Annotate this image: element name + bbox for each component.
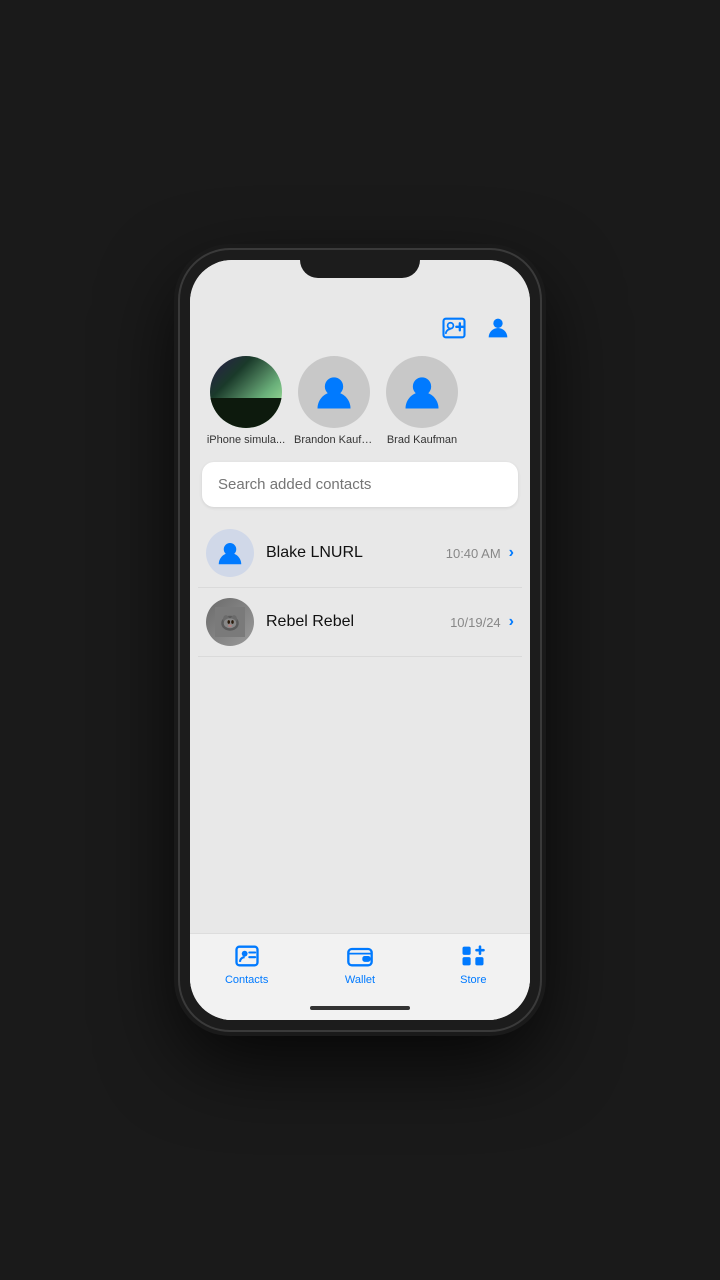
contact-avatar-iphone-sim [210, 356, 282, 428]
store-icon [459, 942, 487, 970]
blake-info: Blake LNURL [266, 544, 434, 562]
profile-button[interactable] [482, 312, 514, 344]
chevron-right-icon: › [509, 544, 514, 562]
add-contact-button[interactable] [438, 312, 470, 344]
blake-avatar [206, 529, 254, 577]
tab-bar: Contacts Wallet [190, 933, 530, 1006]
wallet-icon [346, 942, 374, 970]
rebel-photo [206, 598, 254, 646]
contact-name-iphone-sim: iPhone simula... [207, 434, 285, 446]
phone-shell: iPhone simula... Brandon Kaufm... Brad K… [180, 250, 540, 1030]
rebel-meta: 10/19/24 › [450, 613, 514, 631]
contact-avatar-brad [386, 356, 458, 428]
contacts-tab-label: Contacts [225, 974, 268, 986]
search-input[interactable] [202, 462, 518, 507]
contact-name-brandon: Brandon Kaufm... [294, 434, 374, 446]
blake-name: Blake LNURL [266, 544, 434, 562]
featured-contacts-scroll: iPhone simula... Brandon Kaufm... Brad K… [190, 348, 530, 458]
app-content: iPhone simula... Brandon Kaufm... Brad K… [190, 304, 530, 1020]
contact-list: Blake LNURL 10:40 AM › [190, 519, 530, 726]
contact-name-brad: Brad Kaufman [387, 434, 457, 446]
contact-avatar-brandon [298, 356, 370, 428]
featured-contact-brad[interactable]: Brad Kaufman [382, 356, 462, 446]
featured-contact-iphone-sim[interactable]: iPhone simula... [206, 356, 286, 446]
tab-contacts[interactable]: Contacts [212, 942, 282, 986]
home-indicator [310, 1006, 410, 1010]
rebel-time: 10/19/24 [450, 615, 501, 630]
tab-wallet[interactable]: Wallet [325, 942, 395, 986]
list-item[interactable]: Rebel Rebel 10/19/24 › [198, 588, 522, 657]
home-indicator-area [190, 1006, 530, 1020]
phone-screen: iPhone simula... Brandon Kaufm... Brad K… [190, 260, 530, 1020]
tab-store[interactable]: Store [438, 942, 508, 986]
contacts-icon [233, 942, 261, 970]
featured-contact-brandon[interactable]: Brandon Kaufm... [294, 356, 374, 446]
content-spacer [190, 726, 530, 933]
blake-time: 10:40 AM [446, 546, 501, 561]
store-tab-label: Store [460, 974, 486, 986]
rebel-name: Rebel Rebel [266, 613, 438, 631]
search-container [190, 458, 530, 519]
rebel-avatar [206, 598, 254, 646]
chevron-right-icon: › [509, 613, 514, 631]
wallet-tab-label: Wallet [345, 974, 375, 986]
header [190, 304, 530, 348]
blake-meta: 10:40 AM › [446, 544, 514, 562]
notch [300, 250, 420, 278]
list-item[interactable]: Blake LNURL 10:40 AM › [198, 519, 522, 588]
rebel-info: Rebel Rebel [266, 613, 438, 631]
